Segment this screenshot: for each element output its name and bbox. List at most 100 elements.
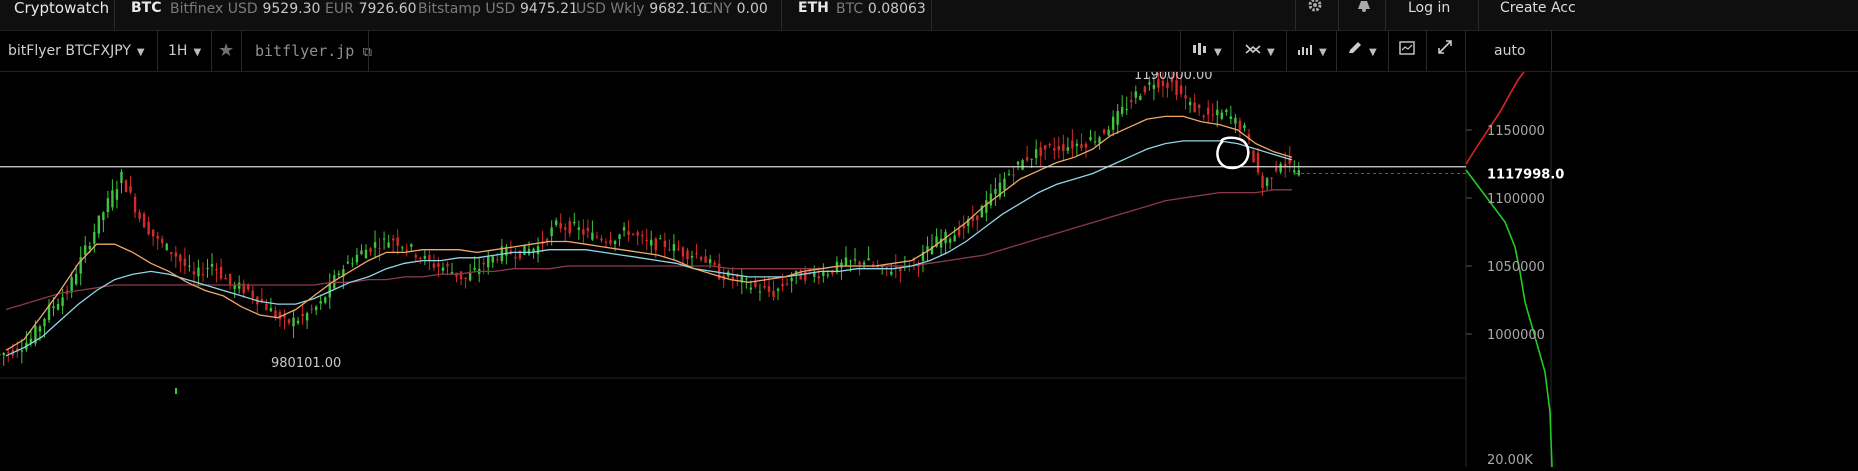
market-select[interactable]: bitFlyer BTCFXJPY▼ — [8, 31, 145, 71]
candle-body — [89, 246, 91, 249]
depth-bid-curve — [1466, 72, 1524, 164]
candle-body — [1234, 118, 1236, 124]
create-account-link[interactable]: Create Acc — [1500, 0, 1576, 19]
candle-body — [306, 313, 308, 320]
candle-body — [523, 245, 525, 255]
btc-ticker-bitstamp[interactable]: Bitstamp USD 9475.21 — [418, 0, 578, 19]
brand-logo[interactable]: Cryptowatch — [14, 0, 109, 19]
eth-ticker-btc[interactable]: BTC 0.08063 — [836, 0, 926, 19]
candle-body — [1230, 116, 1232, 119]
candle-body — [473, 268, 475, 270]
candle-body — [578, 227, 580, 229]
candle-body — [677, 249, 679, 250]
candle-body — [93, 232, 95, 244]
candle-body — [750, 288, 752, 290]
divider — [1385, 0, 1386, 30]
btc-ticker-bitfinex[interactable]: Bitfinex USD 9529.30 — [170, 0, 320, 19]
candle-body — [39, 327, 41, 332]
candle-body — [1094, 141, 1096, 142]
candle-body — [818, 276, 820, 278]
candle-body — [1279, 164, 1281, 173]
candle-body — [1275, 168, 1277, 171]
divider — [1180, 31, 1181, 71]
candle-body — [61, 297, 63, 306]
divider — [157, 31, 158, 71]
candle-body — [1030, 159, 1032, 160]
candle-body — [184, 259, 186, 266]
candle-body — [1180, 86, 1182, 95]
candle-body — [754, 281, 756, 287]
candle-body — [369, 248, 371, 252]
candle-body — [1261, 176, 1263, 188]
chart-window-icon[interactable] — [1399, 31, 1415, 71]
candle-body — [1139, 96, 1141, 100]
divider — [241, 31, 242, 71]
candle-body — [143, 213, 145, 227]
ticker-market: CNY — [703, 1, 732, 17]
scale-auto-button[interactable]: auto — [1494, 31, 1526, 71]
candle-body — [627, 231, 629, 235]
candle-body — [161, 239, 163, 243]
btc-ticker-cny[interactable]: CNY 0.00 — [703, 0, 768, 19]
candle-body — [704, 256, 706, 262]
candle-body — [224, 278, 226, 279]
candle-body — [596, 236, 598, 237]
candle-body — [297, 321, 299, 323]
y-tick-label: 1050000 — [1487, 260, 1545, 275]
candle-body — [1130, 100, 1132, 102]
divider — [1465, 31, 1466, 71]
ticker-value: 0.08063 — [868, 1, 926, 17]
price-chart[interactable]: 1200000115000011000001050000100000020.00… — [0, 72, 1858, 467]
divider — [1388, 31, 1389, 71]
candle-body — [419, 258, 421, 259]
divider — [1426, 31, 1427, 71]
candle-body — [424, 256, 426, 259]
candle-body — [763, 286, 765, 288]
ticker-value: 9529.30 — [262, 1, 320, 17]
bell-icon[interactable] — [1355, 0, 1373, 19]
currency-eth[interactable]: ETH — [798, 0, 829, 19]
candle-body — [1112, 117, 1114, 130]
interval-select[interactable]: 1H▼ — [168, 31, 201, 71]
ticker-market: BTC — [836, 1, 863, 17]
candle-body — [265, 304, 267, 310]
candle-body — [1221, 113, 1223, 119]
candle-body — [1003, 179, 1005, 190]
candle-body — [288, 319, 290, 322]
expand-icon[interactable] — [1437, 31, 1453, 71]
candle-body — [1216, 110, 1218, 115]
candle-body — [116, 189, 118, 199]
exchange-link[interactable]: bitflyer.jp ⧉ — [255, 31, 372, 71]
candle-body — [134, 197, 136, 213]
overlays-icon[interactable]: ▼ — [1297, 31, 1327, 71]
candle-body — [514, 257, 516, 258]
candle-body — [1284, 164, 1286, 166]
btc-ticker-eur[interactable]: EUR 7926.60 — [325, 0, 417, 19]
candle-body — [1166, 83, 1168, 88]
candle-body — [682, 248, 684, 257]
last-price-label: 1117998.0 — [1487, 168, 1564, 183]
btc-ticker-usd-weekly[interactable]: USD Wkly 9682.10 — [576, 0, 707, 19]
candle-body — [528, 249, 530, 255]
gear-icon[interactable] — [1307, 0, 1323, 19]
login-link[interactable]: Log in — [1408, 0, 1450, 19]
candle-body — [668, 249, 670, 250]
draw-icon[interactable]: ▼ — [1347, 31, 1377, 71]
candle-body — [374, 242, 376, 248]
candle-body — [1144, 87, 1146, 93]
star-icon[interactable]: ★ — [218, 31, 234, 71]
ticker-value: 9682.10 — [649, 1, 707, 17]
candle-body — [582, 229, 584, 234]
indicators-icon[interactable]: ▼ — [1245, 31, 1275, 71]
candles-icon[interactable]: ▼ — [1192, 31, 1222, 71]
ema-slow-line — [6, 190, 1292, 310]
candle-body — [120, 172, 122, 183]
candle-body — [605, 242, 607, 243]
ticker-market: USD Wkly — [576, 1, 645, 17]
candle-body — [976, 215, 978, 220]
candle-body — [759, 292, 761, 293]
currency-btc[interactable]: BTC — [131, 0, 162, 19]
candle-body — [994, 189, 996, 194]
candle-body — [387, 242, 389, 247]
chart-canvas[interactable]: 1200000115000011000001050000100000020.00… — [0, 72, 1858, 467]
